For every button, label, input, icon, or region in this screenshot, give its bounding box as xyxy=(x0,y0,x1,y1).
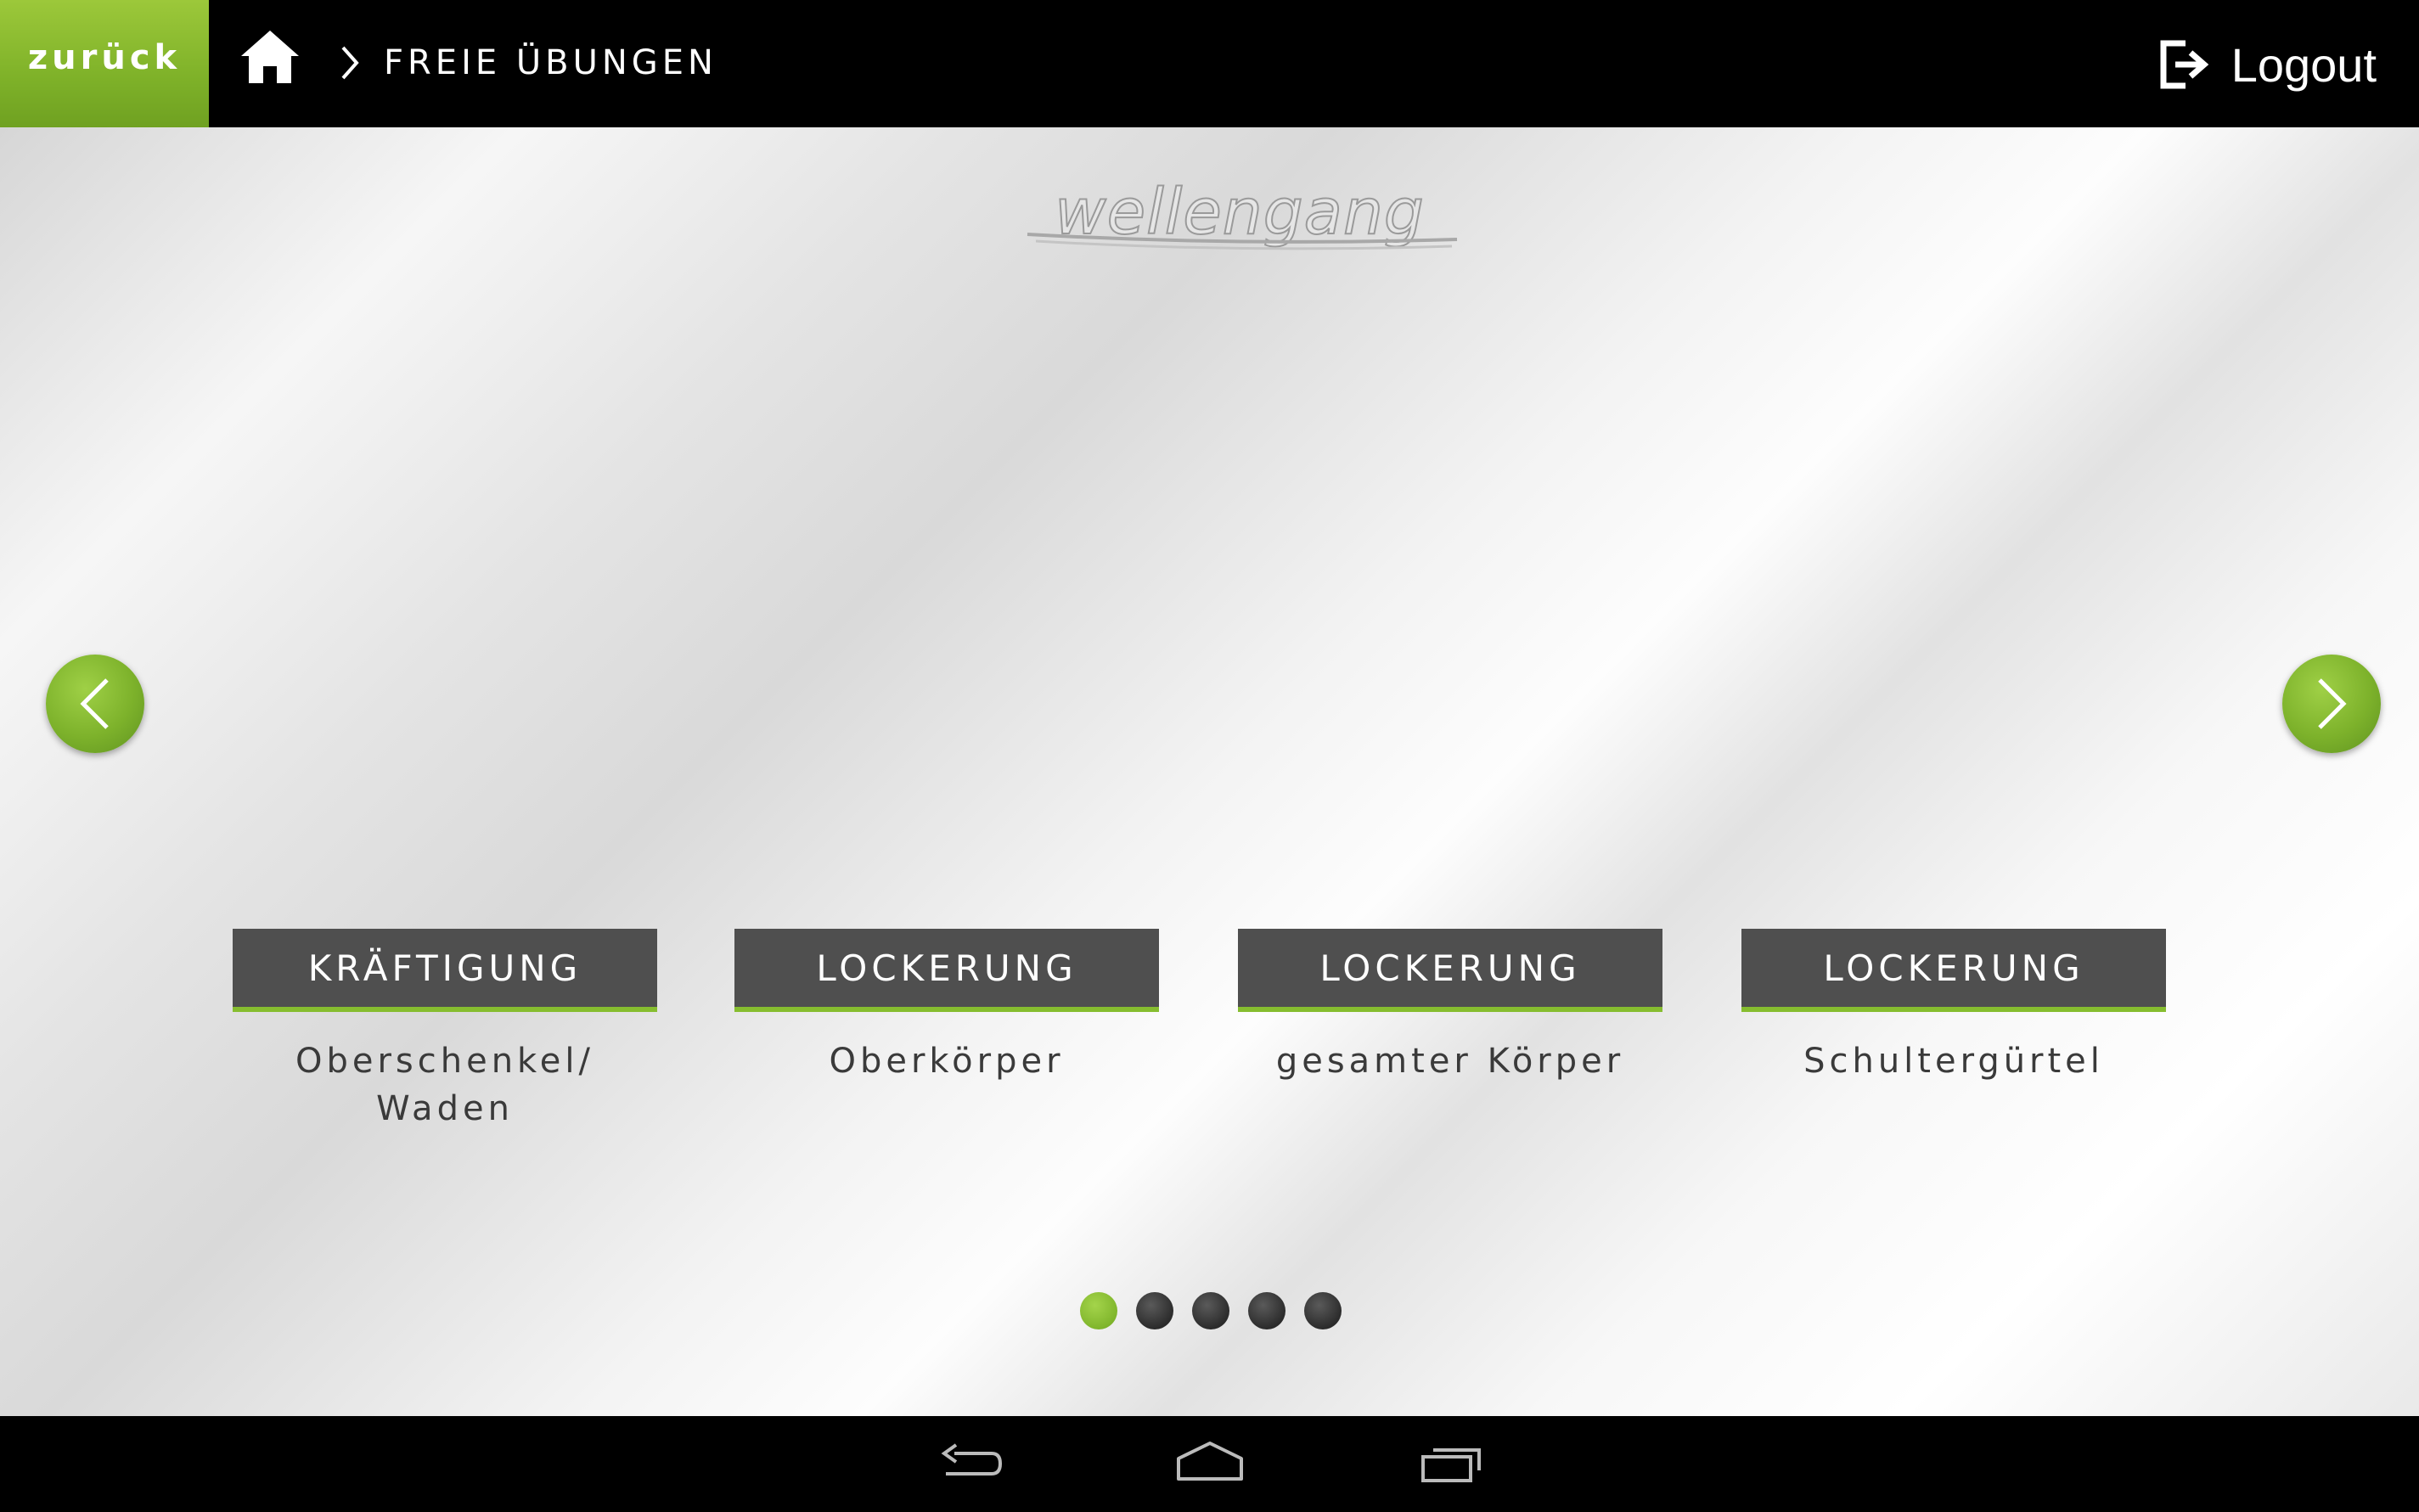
home-outline-icon xyxy=(1177,1442,1243,1481)
logout-label: Logout xyxy=(2231,37,2377,92)
recent-apps-icon xyxy=(1421,1448,1481,1482)
back-button[interactable]: zurück xyxy=(0,0,209,127)
logout-button[interactable]: Logout xyxy=(2157,31,2377,98)
card-subtitle: Schultergürtel xyxy=(1803,1042,2104,1081)
card-subtitle: Oberkörper xyxy=(829,1042,1065,1081)
page-indicator xyxy=(1080,1292,1342,1331)
card-title: LOCKERUNG xyxy=(1741,929,2166,1012)
exercise-card[interactable]: LOCKERUNG gesamter Körper xyxy=(1238,929,1662,1085)
logout-icon xyxy=(2160,40,2209,89)
page-dot[interactable] xyxy=(1192,1292,1229,1329)
page-dot[interactable] xyxy=(1136,1292,1173,1329)
system-nav-bar xyxy=(0,1416,2419,1512)
page-dot[interactable] xyxy=(1248,1292,1285,1329)
card-subtitle: gesamter Körper xyxy=(1275,1042,1625,1081)
exercise-cards: KRÄFTIGUNG Oberschenkel/ Waden LOCKERUNG… xyxy=(0,929,2419,1183)
card-subtitle: Oberschenkel/ Waden xyxy=(295,1042,594,1128)
system-back-button[interactable] xyxy=(931,1435,1007,1494)
back-icon xyxy=(941,1443,1003,1475)
system-home-button[interactable] xyxy=(1172,1435,1248,1494)
chevron-right-icon xyxy=(2318,678,2347,729)
home-icon[interactable] xyxy=(238,27,302,87)
system-recent-apps-button[interactable] xyxy=(1415,1435,1491,1494)
logo-swoosh xyxy=(1027,233,1458,250)
chevron-right-icon xyxy=(341,46,359,80)
top-bar: zurück FREIE ÜBUNGEN Logout xyxy=(0,0,2419,127)
brand-logo: wellengang xyxy=(1019,177,1460,255)
carousel-prev-button[interactable] xyxy=(46,655,144,753)
page-dot-active[interactable] xyxy=(1080,1292,1117,1329)
exercise-card[interactable]: LOCKERUNG Oberkörper xyxy=(734,929,1159,1085)
breadcrumb-current: FREIE ÜBUNGEN xyxy=(384,43,717,82)
exercise-card[interactable]: KRÄFTIGUNG Oberschenkel/ Waden xyxy=(233,929,657,1133)
page-dot[interactable] xyxy=(1304,1292,1342,1329)
exercise-card[interactable]: LOCKERUNG Schultergürtel xyxy=(1741,929,2166,1085)
carousel-next-button[interactable] xyxy=(2282,655,2381,753)
chevron-left-icon xyxy=(80,678,109,729)
card-title: LOCKERUNG xyxy=(1238,929,1662,1012)
card-title: LOCKERUNG xyxy=(734,929,1159,1012)
card-title: KRÄFTIGUNG xyxy=(233,929,657,1012)
main-content: wellengang KRÄFTIGUNG Oberschenkel/ Wade… xyxy=(0,127,2419,1416)
